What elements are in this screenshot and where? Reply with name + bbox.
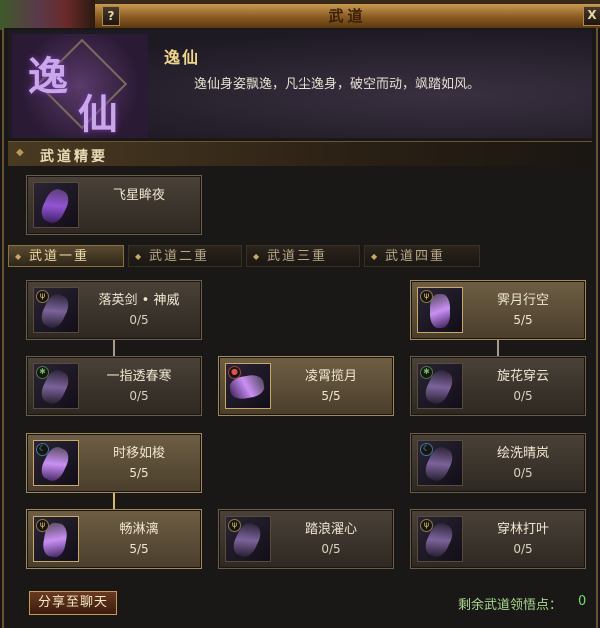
sect-name: 逸仙 [164,48,201,67]
skill-progress: 5/5 [129,466,149,480]
skill-icon: ψ [33,516,79,562]
slot-badge-icon: ψ [420,290,433,303]
skill-name: 凌霄揽月 [304,369,357,384]
skill-art [430,294,450,328]
skill-icon: ☾ [417,440,463,486]
share-to-chat-button[interactable]: 分享至聊天 [29,591,117,615]
window-title: 武道 [328,7,367,25]
skill-progress: 0/5 [129,389,149,403]
tier-tabs: ◆ 武道一重 ◆ 武道二重 ◆ 武道三重 ◆ 武道四重 [8,245,592,267]
connector-line [497,338,499,356]
skill-icon: ψ [417,287,463,333]
skill-name: 飞星眸夜 [112,188,165,203]
skill-progress: 0/5 [129,313,149,327]
skill-card[interactable]: ☾ 绘洗晴岚 0/5 [410,433,586,493]
skill-icon: ψ [417,516,463,562]
skill-card[interactable]: ☾ 时移如梭 5/5 [26,433,202,493]
connector-line [113,338,115,356]
sect-emblem-icon: 逸 仙 [12,34,148,138]
tab-label: 武道二重 [149,249,210,264]
slot-badge-icon: ✱ [420,366,433,379]
skill-icon: ☾ [33,440,79,486]
skill-card[interactable]: ψ 穿林打叶 0/5 [410,509,586,569]
tab-label: 武道四重 [385,249,446,264]
essential-skill-icon [33,182,79,228]
emblem-char-2: 仙 [78,92,118,138]
diamond-bullet-icon: ◆ [16,147,24,158]
tab-label: 武道一重 [29,249,90,264]
slot-badge-icon: ☾ [420,443,433,456]
tab-bullet-icon: ◆ [253,252,262,261]
skill-progress: 5/5 [129,542,149,556]
section-title: 武道精要 [40,149,108,165]
slot-badge-icon: ψ [36,519,49,532]
skill-icon: ψ [225,516,271,562]
skill-progress: 5/5 [513,313,533,327]
tab-bullet-icon: ◆ [371,252,380,261]
skill-name: 绘洗晴岚 [496,446,549,461]
skill-name: 落英剑 • 神威 [98,293,180,308]
essential-skill-card[interactable]: 飞星眸夜 [26,175,202,235]
skill-icon: ψ [33,287,79,333]
skill-card[interactable]: ψ 落英剑 • 神威 0/5 [26,280,202,340]
tab-tier-4[interactable]: ◆ 武道四重 [364,245,480,267]
skill-progress: 0/5 [513,466,533,480]
skill-name: 一指透春寒 [106,369,172,384]
slot-badge-icon: ● [228,366,241,379]
points-label: 剩余武道领悟点： [458,598,563,613]
tab-bullet-icon: ◆ [15,252,24,261]
skill-card[interactable]: ✱ 旋花穿云 0/5 [410,356,586,416]
slot-badge-icon: ψ [36,290,49,303]
sect-description: 逸仙身姿飘逸，凡尘逸身，破空而动，飒踏如风。 [194,77,481,92]
emblem-char-1: 逸 [28,54,68,100]
points-value: 0 [578,594,587,609]
tab-tier-1[interactable]: ◆ 武道一重 [8,245,124,267]
skill-progress: 0/5 [513,389,533,403]
tab-tier-2[interactable]: ◆ 武道二重 [128,245,242,267]
skill-card[interactable]: ✱ 一指透春寒 0/5 [26,356,202,416]
skill-name: 旋花穿云 [496,369,549,384]
corner-decoration [0,0,95,30]
tab-label: 武道三重 [267,249,328,264]
tab-bullet-icon: ◆ [135,252,144,261]
connector-line [113,491,115,509]
slot-badge-icon: ψ [228,519,241,532]
skill-progress: 0/5 [513,542,533,556]
skill-name: 穿林打叶 [496,522,549,537]
skill-progress: 5/5 [321,389,341,403]
skill-art [37,185,73,227]
skill-card[interactable]: ψ 畅淋漓 5/5 [26,509,202,569]
essentials-section-bar: ◆ 武道精要 [8,141,592,166]
skill-name: 霁月行空 [496,293,549,308]
slot-badge-icon: ✱ [36,366,49,379]
skill-name: 踏浪濯心 [304,522,357,537]
skill-card[interactable]: ψ 霁月行空 5/5 [410,280,586,340]
help-button[interactable]: ? [102,6,120,26]
skill-icon: ● [225,363,271,409]
skill-progress: 0/5 [321,542,341,556]
tab-tier-3[interactable]: ◆ 武道三重 [246,245,360,267]
skill-name: 时移如梭 [112,446,165,461]
skill-card[interactable]: ψ 踏浪濯心 0/5 [218,509,394,569]
skill-name: 畅淋漓 [119,522,159,537]
slot-badge-icon: ☾ [36,443,49,456]
close-button[interactable]: X [583,6,600,26]
skill-icon: ✱ [417,363,463,409]
slot-badge-icon: ψ [420,519,433,532]
skill-card[interactable]: ● 凌霄揽月 5/5 [218,356,394,416]
skill-icon: ✱ [33,363,79,409]
